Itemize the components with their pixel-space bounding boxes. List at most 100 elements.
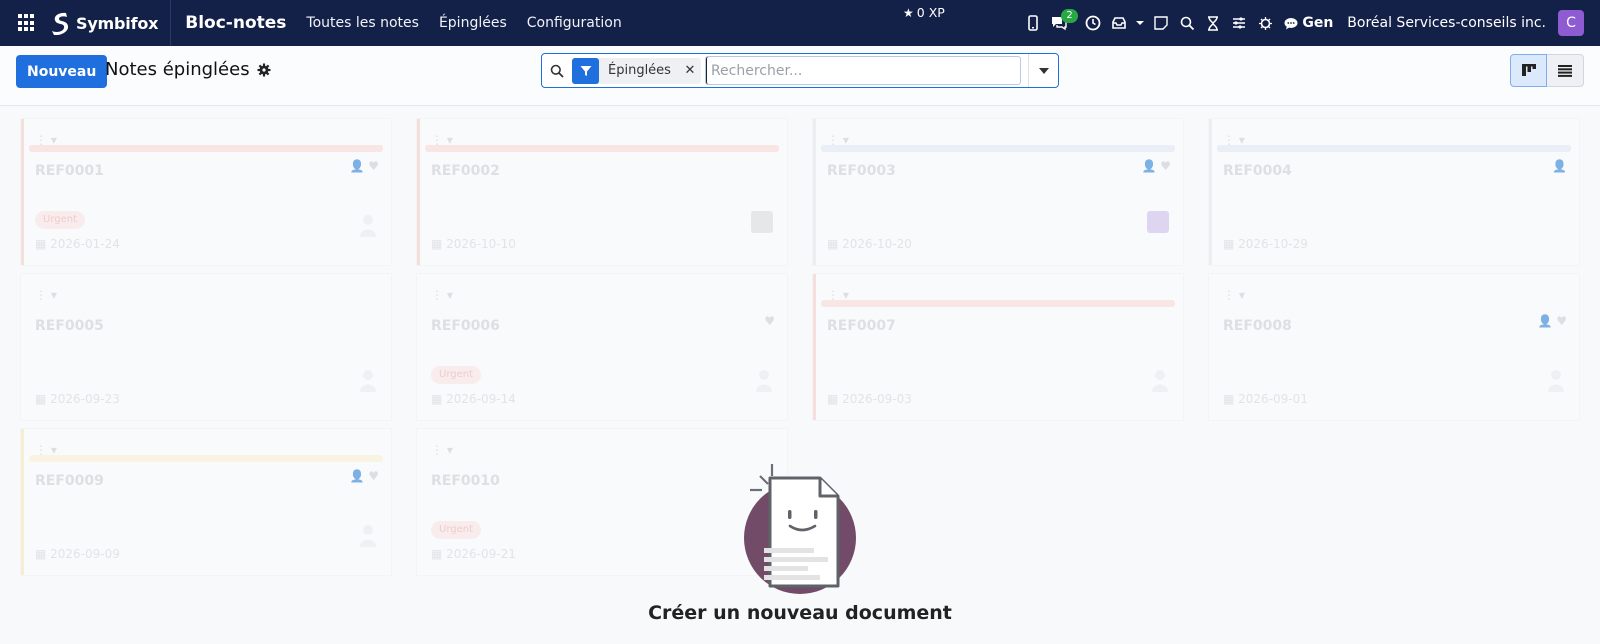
hourglass-icon[interactable]	[1202, 0, 1224, 46]
top-navbar: Symbifox Bloc-notes Toutes les notes Épi…	[0, 0, 1600, 46]
search-options-toggle[interactable]	[1028, 54, 1058, 87]
menu-configuration[interactable]: Configuration	[527, 15, 622, 31]
card-ref: REF0006	[431, 318, 500, 334]
drag-handle-icon: ⋮ ▾	[35, 288, 57, 302]
sample-card: ⋮ ▾ REF0001 👤 ♥ Urgent ▦ 2026-01-24	[20, 118, 392, 266]
person-icon	[1548, 370, 1564, 392]
card-ref: REF0003	[827, 163, 896, 179]
facet-label: Épinglées	[608, 63, 671, 78]
card-date: ▦ 2026-09-23	[35, 392, 120, 406]
sample-card: ⋮ ▾ REF0002 ▦ 2026-10-10	[416, 118, 788, 266]
card-ref: REF0002	[431, 163, 500, 179]
drag-handle-icon: ⋮ ▾	[431, 443, 453, 457]
search-input[interactable]	[704, 56, 1021, 85]
drag-handle-icon: ⋮ ▾	[431, 288, 453, 302]
sample-card: ⋮ ▾ REF0007 ▦ 2026-09-03	[812, 273, 1184, 421]
search-bar: Épinglées ✕	[541, 53, 1059, 88]
mobile-icon[interactable]	[1022, 0, 1044, 46]
search-icon[interactable]	[1176, 0, 1198, 46]
card-ref: REF0001	[35, 163, 104, 179]
card-date: ▦ 2026-10-20	[827, 237, 912, 251]
new-button[interactable]: Nouveau	[16, 55, 108, 88]
sample-card: ⋮ ▾ REF0008 👤 ♥ ▦ 2026-09-01	[1208, 273, 1580, 421]
note-icon[interactable]	[1150, 0, 1172, 46]
control-panel: Nouveau Notes épinglées Épinglées ✕	[0, 46, 1600, 106]
page-title: Notes épinglées	[105, 59, 250, 80]
card-date: ▦ 2026-09-14	[431, 392, 516, 406]
close-icon[interactable]: ✕	[679, 58, 701, 84]
app-title[interactable]: Bloc-notes	[185, 13, 286, 33]
inbox-icon[interactable]	[1108, 0, 1130, 46]
person-icon	[360, 215, 376, 237]
drag-handle-icon: ⋮ ▾	[1223, 288, 1245, 302]
card-icons: 👤	[1552, 159, 1567, 173]
sample-card: ⋮ ▾ REF0006 ♥ Urgent ▦ 2026-09-14	[416, 273, 788, 421]
person-icon	[360, 525, 376, 547]
gen-label: Gen	[1302, 15, 1334, 31]
symbifox-logo-icon	[52, 12, 69, 35]
sample-card: ⋮ ▾ REF0004 👤 ▦ 2026-10-29	[1208, 118, 1580, 266]
card-ref: REF0010	[431, 473, 500, 489]
brand-name: Symbifox	[76, 13, 159, 33]
card-date: ▦ 2026-09-01	[1223, 392, 1308, 406]
sample-card: ⋮ ▾ REF0009 👤 ♥ ▦ 2026-09-09	[20, 428, 392, 576]
view-switcher	[1510, 54, 1584, 87]
menu-toutes-les-notes[interactable]: Toutes les notes	[306, 15, 419, 31]
chat-icon[interactable]: 2	[1048, 0, 1078, 46]
clock-icon[interactable]	[1082, 0, 1104, 46]
sliders-icon[interactable]	[1228, 0, 1250, 46]
menu-epinglees[interactable]: Épinglées	[439, 15, 507, 31]
card-icons: 👤 ♥	[349, 469, 379, 483]
smiling-document-icon	[744, 464, 856, 594]
kanban-icon	[1521, 64, 1536, 76]
speech-bubble-icon	[1284, 17, 1298, 29]
card-avatar	[1147, 211, 1169, 233]
search-icon[interactable]	[542, 64, 572, 78]
card-icons: ♥	[764, 314, 775, 328]
user-avatar[interactable]: C	[1558, 10, 1584, 36]
person-icon	[1152, 370, 1168, 392]
breadcrumb: Notes épinglées	[105, 59, 271, 80]
sample-card: ⋮ ▾ REF0003 👤 ♥ ▦ 2026-10-20	[812, 118, 1184, 266]
caret-down-icon[interactable]	[1134, 0, 1146, 46]
list-icon	[1558, 64, 1572, 77]
search-facet: Épinglées ✕	[572, 57, 701, 84]
card-icons: 👤 ♥	[349, 159, 379, 173]
card-ref: REF0005	[35, 318, 104, 334]
xp-value: 0 XP	[916, 5, 945, 20]
empty-state-title: Créer un nouveau document	[648, 602, 952, 624]
bug-icon[interactable]	[1254, 0, 1276, 46]
card-ref: REF0004	[1223, 163, 1292, 179]
card-ref: REF0007	[827, 318, 896, 334]
card-date: ▦ 2026-09-03	[827, 392, 912, 406]
card-tag: Urgent	[431, 366, 482, 384]
card-date: ▦ 2026-10-10	[431, 237, 516, 251]
card-date: ▦ 2026-01-24	[35, 237, 120, 251]
card-date: ▦ 2026-09-21	[431, 547, 516, 561]
brand[interactable]: Symbifox	[42, 0, 172, 46]
person-icon	[756, 370, 772, 392]
chat-badge: 2	[1061, 9, 1078, 23]
card-date: ▦ 2026-10-29	[1223, 237, 1308, 251]
gen-assistant[interactable]: Gen	[1284, 15, 1333, 31]
person-icon	[360, 370, 376, 392]
kanban-view-button[interactable]	[1510, 54, 1547, 87]
card-tag: Urgent	[35, 211, 86, 229]
card-icons: 👤 ♥	[1537, 314, 1567, 328]
card-date: ▦ 2026-09-09	[35, 547, 120, 561]
sample-card: ⋮ ▾ REF0005 ▦ 2026-09-23	[20, 273, 392, 421]
company-switcher[interactable]: Boréal Services-conseils inc.	[1347, 15, 1546, 31]
sample-card: ⋮ ▾ REF0010 Urgent ▦ 2026-09-21	[416, 428, 788, 576]
systray: 2 Gen Boréal Services-conseils inc. C	[1020, 0, 1600, 46]
filter-icon	[572, 57, 599, 84]
xp-counter[interactable]: ★ 0 XP	[903, 5, 945, 20]
gear-icon[interactable]	[257, 63, 271, 77]
card-avatar	[751, 211, 773, 233]
star-icon: ★	[903, 5, 914, 20]
card-tag: Urgent	[431, 521, 482, 539]
apps-grid-icon[interactable]	[18, 14, 36, 32]
card-ref: REF0009	[35, 473, 104, 489]
caret-down-icon	[1038, 67, 1049, 74]
list-view-button[interactable]	[1547, 54, 1584, 87]
card-ref: REF0008	[1223, 318, 1292, 334]
